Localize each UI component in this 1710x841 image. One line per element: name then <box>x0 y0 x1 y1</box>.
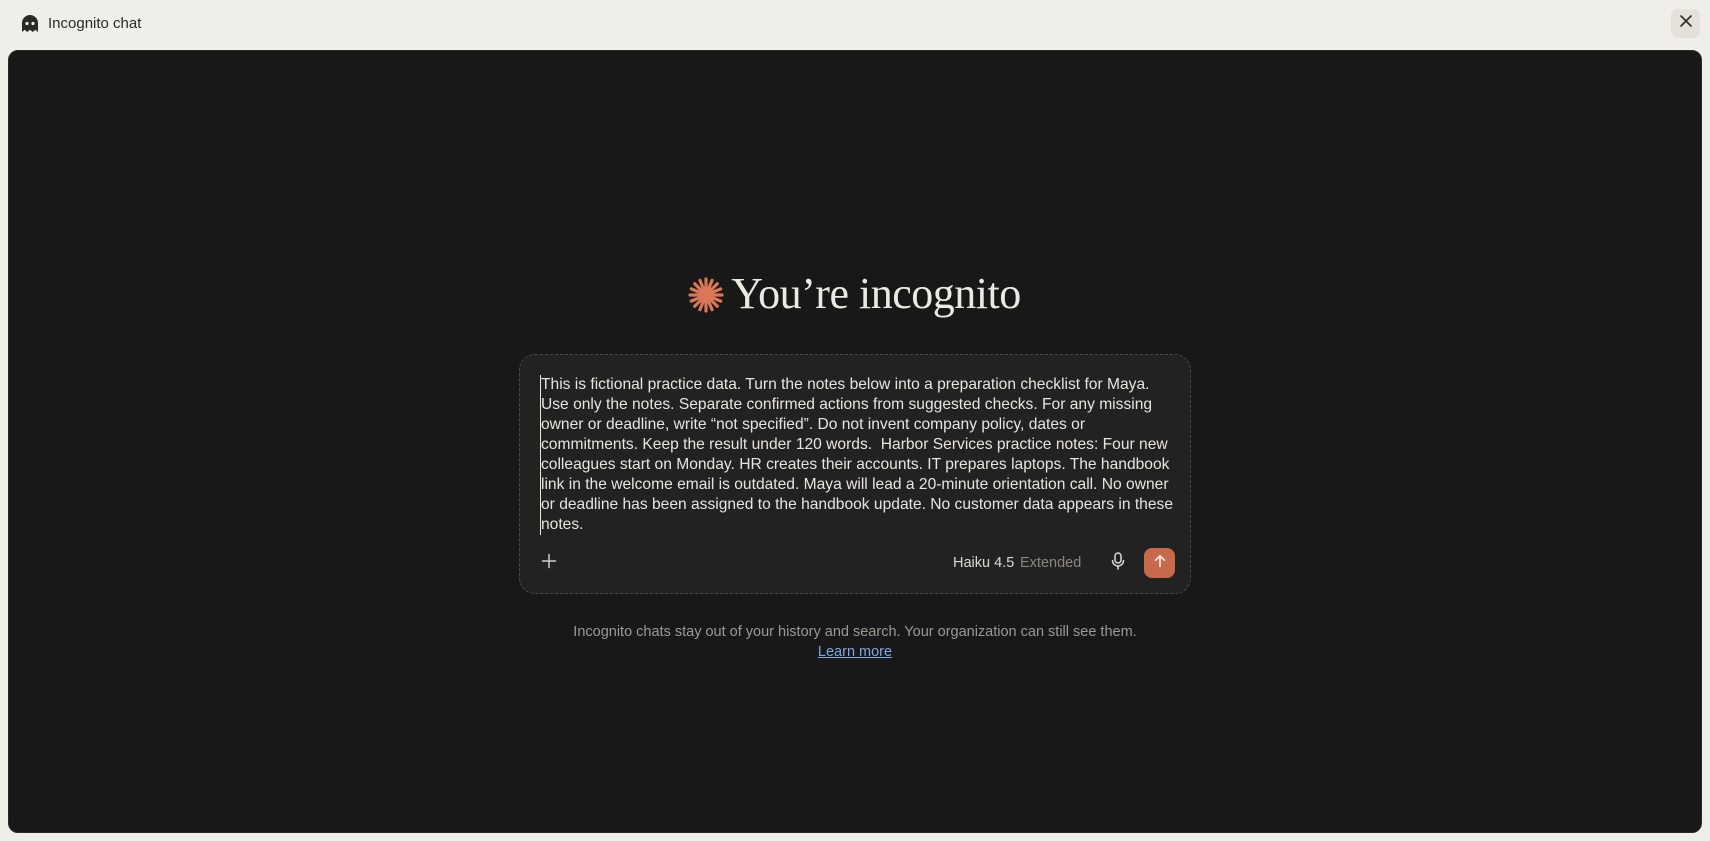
message-composer[interactable]: This is fictional practice data. Turn th… <box>519 354 1191 594</box>
close-button[interactable] <box>1671 9 1700 38</box>
extended-thinking-toggle[interactable]: Extended <box>1020 554 1081 572</box>
plus-icon <box>541 553 557 574</box>
message-input[interactable]: This is fictional practice data. Turn th… <box>540 375 1176 535</box>
window-title: Incognito chat <box>48 15 142 32</box>
add-attachment-button[interactable] <box>534 548 564 578</box>
ghost-icon <box>20 15 40 33</box>
incognito-notice: Incognito chats stay out of your history… <box>573 624 1137 640</box>
model-selector[interactable]: Haiku 4.5 <box>953 554 1014 572</box>
voice-input-button[interactable] <box>1104 549 1132 577</box>
title-bar: Incognito chat <box>0 0 1710 48</box>
learn-more-link[interactable]: Learn more <box>818 644 892 660</box>
arrow-up-icon <box>1153 554 1167 573</box>
hero-heading: You’re incognito <box>0 268 1710 320</box>
learn-more-container: Learn more <box>0 642 1710 662</box>
microphone-icon <box>1110 551 1126 575</box>
spark-icon <box>687 276 725 314</box>
close-icon <box>1679 14 1693 33</box>
page-title: You’re incognito <box>731 269 1021 318</box>
send-button[interactable] <box>1144 548 1175 578</box>
